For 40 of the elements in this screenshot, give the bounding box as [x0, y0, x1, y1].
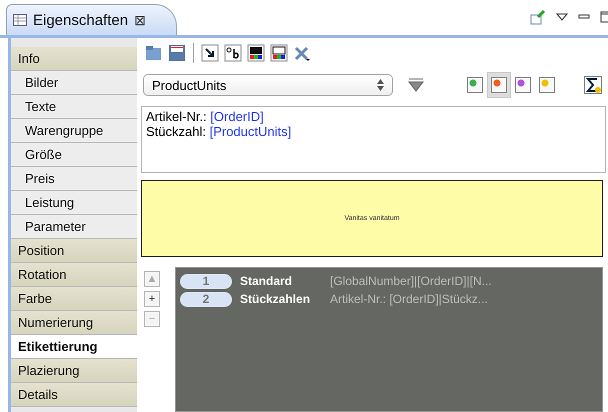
number-badge: 1 — [180, 274, 232, 288]
sidebar-item[interactable]: Info — [11, 47, 137, 71]
view-tab[interactable]: Eigenschaften ⊠ — [6, 4, 177, 35]
maximize-icon[interactable] — [600, 11, 608, 23]
add-button[interactable]: + — [144, 291, 160, 307]
sidebar-item[interactable]: Preis — [11, 167, 137, 191]
sum-icon[interactable] — [584, 76, 602, 94]
sidebar-item[interactable]: Bilder — [11, 71, 137, 95]
fill-color-icon[interactable] — [247, 44, 265, 62]
label-name[interactable]: Stückzahlen — [240, 292, 322, 306]
number-badge: 2 — [180, 292, 232, 306]
sidebar-item[interactable]: Größe — [11, 143, 137, 167]
sidebar-item[interactable]: Position — [11, 239, 137, 263]
frame-color-icon[interactable] — [270, 44, 288, 62]
sidebar-item[interactable]: Details — [11, 383, 137, 407]
sidebar-item[interactable]: Plazierung — [11, 359, 137, 383]
label-name[interactable]: Standard — [240, 274, 322, 288]
color-button[interactable] — [487, 72, 511, 98]
letters-icon[interactable] — [224, 44, 242, 62]
sidebar-item[interactable]: Parameter — [11, 215, 137, 239]
save-icon[interactable] — [168, 44, 186, 62]
close-button[interactable]: ⊠ — [134, 12, 146, 28]
sidebar-item[interactable]: Numerierung — [11, 311, 137, 335]
folder-icon[interactable] — [145, 44, 163, 62]
sidebar-item[interactable]: Warengruppe — [11, 119, 137, 143]
label-value: [GlobalNumber]|[OrderID]|[N... — [330, 274, 492, 288]
sidebar-item[interactable]: Leistung — [11, 191, 137, 215]
sidebar-item[interactable]: Farbe — [11, 287, 137, 311]
field-dropdown[interactable]: ProductUnits — [143, 74, 393, 96]
sidebar-item[interactable]: Texte — [11, 95, 137, 119]
template-text-field[interactable]: Artikel-Nr.: [OrderID] Stückzahl: [ProductUnits] — [141, 106, 606, 173]
stepper-icon — [377, 79, 384, 91]
table-icon — [13, 14, 27, 26]
pin-icon[interactable] — [530, 9, 546, 25]
sidebar-item[interactable]: Rotation — [11, 263, 137, 287]
tab-title: Eigenschaften — [33, 12, 128, 28]
sidebar-item[interactable]: Etikettierung — [11, 335, 137, 359]
filter-icon[interactable] — [407, 77, 425, 93]
dropdown-icon[interactable] — [556, 12, 568, 22]
label-value: Artikel-Nr.: [OrderID]|Stückz... — [330, 292, 488, 306]
